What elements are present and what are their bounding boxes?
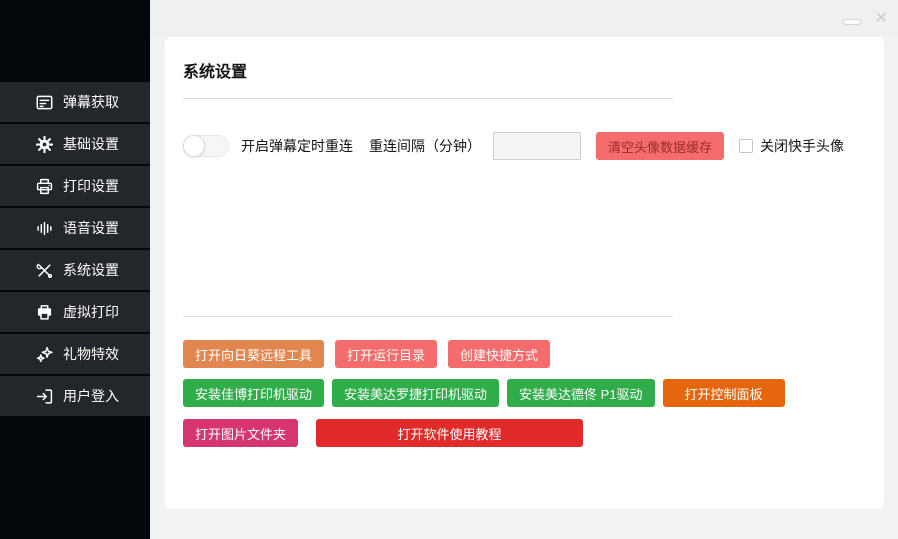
voice-wave-icon [36,220,53,237]
sidebar-item-label: 基础设置 [63,134,119,154]
open-sunlogin-remote-button[interactable]: 打开向日葵远程工具 [183,340,324,368]
sidebar-item-virtual-print[interactable]: 虚拟打印 [0,292,150,332]
sidebar-item-label: 虚拟打印 [63,302,119,322]
tools-icon [36,262,53,279]
sidebar-item-label: 礼物特效 [63,344,119,364]
minimize-icon[interactable] [843,19,861,25]
titlebar: ✕ [150,0,898,37]
disable-kuaishou-avatar-checkbox[interactable] [739,139,753,153]
sidebar-item-label: 语音设置 [63,218,119,238]
create-shortcut-button[interactable]: 创建快捷方式 [448,340,550,368]
checkbox-label: 关闭快手头像 [760,136,844,156]
interval-label: 重连间隔（分钟） [369,136,481,156]
sidebar-item-label: 弹幕获取 [63,92,119,112]
install-gprinter-driver-button[interactable]: 安装佳博打印机驱动 [183,379,324,407]
install-meida-detong-p1-driver-button[interactable]: 安装美达德佟 P1驱动 [507,379,655,407]
sidebar-item-label: 打印设置 [63,176,119,196]
reconnect-settings-row: 开启弹幕定时重连 重连间隔（分钟） 清空头像数据缓存 关闭快手头像 [183,132,866,160]
action-button-row-3: 打开图片文件夹 打开软件使用教程 [183,419,866,447]
danmaku-panel-icon [36,94,53,111]
sidebar-item-label: 系统设置 [63,260,119,280]
reconnect-toggle[interactable] [183,135,229,157]
page-title: 系统设置 [183,37,866,82]
toggle-knob [183,135,205,157]
gear-icon [36,136,53,153]
main-panel: 系统设置 开启弹幕定时重连 重连间隔（分钟） 清空头像数据缓存 关闭快手头像 打… [165,37,884,509]
sidebar-item-user-login[interactable]: 用户登入 [0,376,150,416]
open-tutorial-button[interactable]: 打开软件使用教程 [316,419,583,447]
close-icon[interactable]: ✕ [875,11,888,27]
toggle-label: 开启弹幕定时重连 [241,136,353,156]
divider [183,316,673,317]
stars-icon [36,346,53,363]
sidebar-item-system-settings[interactable]: 系统设置 [0,250,150,290]
login-icon [36,388,53,405]
action-button-row-2: 安装佳博打印机驱动 安装美达罗捷打印机驱动 安装美达德佟 P1驱动 打开控制面板 [183,379,866,407]
interval-input[interactable] [493,132,581,160]
install-meida-rongta-driver-button[interactable]: 安装美达罗捷打印机驱动 [332,379,499,407]
sidebar-item-basic-settings[interactable]: 基础设置 [0,124,150,164]
window-controls: ✕ [843,0,888,37]
logo-area [0,0,150,82]
sidebar-item-danmaku-capture[interactable]: 弹幕获取 [0,82,150,122]
printer-icon [36,178,53,195]
open-run-directory-button[interactable]: 打开运行目录 [335,340,437,368]
open-image-folder-button[interactable]: 打开图片文件夹 [183,419,298,447]
divider [183,98,673,99]
sidebar: 弹幕获取 基础设置 打印设置 语音设置 系统设置 虚拟打印 礼物 [0,0,150,539]
action-button-row-1: 打开向日葵远程工具 打开运行目录 创建快捷方式 [183,340,866,368]
open-control-panel-button[interactable]: 打开控制面板 [663,379,785,407]
sidebar-item-gift-effects[interactable]: 礼物特效 [0,334,150,374]
sidebar-item-label: 用户登入 [63,386,119,406]
virtual-printer-icon [36,304,53,321]
clear-avatar-cache-button[interactable]: 清空头像数据缓存 [596,132,724,160]
sidebar-item-voice-settings[interactable]: 语音设置 [0,208,150,248]
sidebar-item-print-settings[interactable]: 打印设置 [0,166,150,206]
